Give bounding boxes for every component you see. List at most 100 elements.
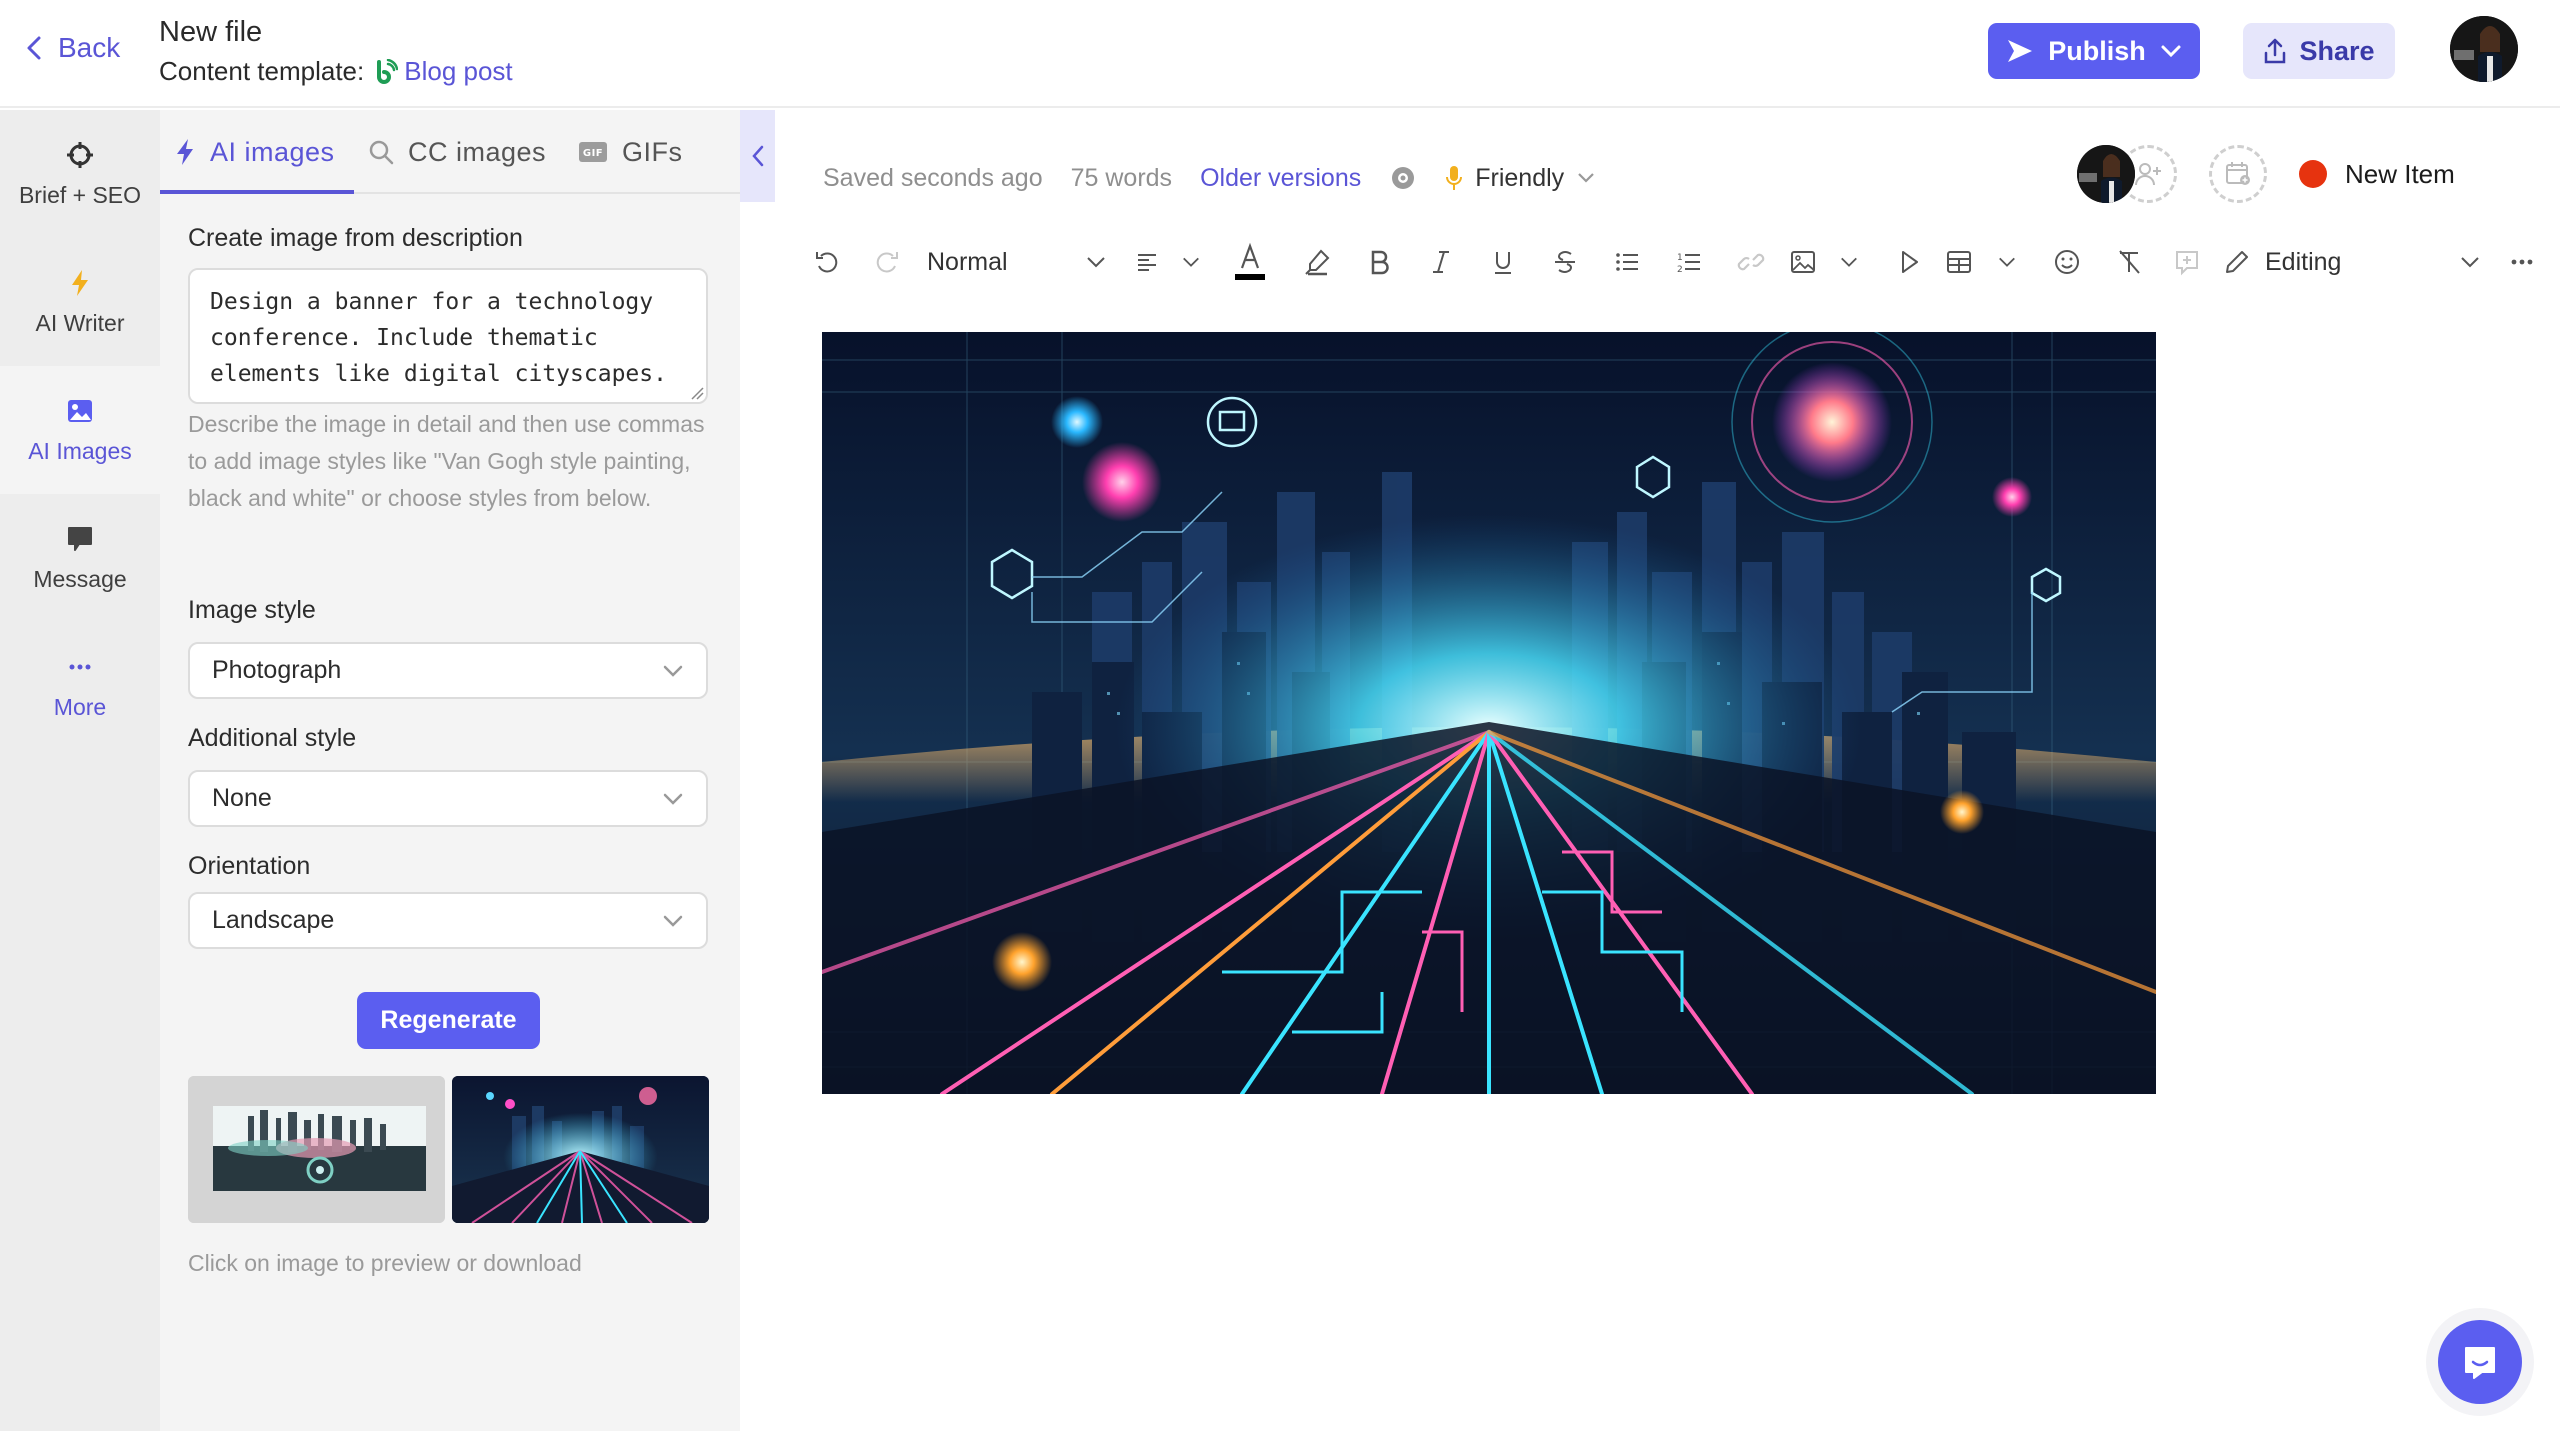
rail-item-ai-images[interactable]: AI Images — [0, 366, 160, 494]
tone-selector[interactable]: Friendly — [1445, 164, 1596, 193]
bold-icon — [1371, 250, 1389, 275]
thumbnail-cityscape-pastel — [188, 1076, 445, 1223]
highlighter-icon — [1305, 249, 1330, 276]
numbered-list-icon: 12 — [1677, 253, 1700, 275]
play-icon — [1902, 251, 1918, 273]
image-style-value: Photograph — [212, 656, 342, 684]
orientation-select[interactable]: Landscape — [188, 892, 708, 949]
collaborators: New Item — [2077, 142, 2455, 206]
older-versions-link[interactable]: Older versions — [1200, 164, 1361, 193]
ellipsis-icon — [69, 664, 91, 669]
back-button[interactable]: Back — [24, 32, 120, 64]
mode-label: Editing — [2265, 247, 2342, 276]
paragraph-style-value: Normal — [927, 247, 1008, 276]
tab-gifs[interactable]: GIF GIFs — [578, 110, 683, 194]
generated-banner-image[interactable] — [822, 332, 2156, 1094]
image-style-label: Image style — [188, 596, 316, 624]
rail-label: AI Writer — [35, 309, 125, 336]
publish-button[interactable]: Publish — [1988, 23, 2200, 79]
template-link[interactable]: Blog post — [374, 56, 513, 87]
more-options-button[interactable] — [2505, 238, 2539, 286]
thumbnail-caption: Click on image to preview or download — [188, 1250, 582, 1276]
image-thumbnail-1[interactable] — [188, 1076, 445, 1223]
active-tab-indicator — [160, 190, 354, 194]
table-icon — [1947, 251, 1971, 273]
publish-label: Publish — [2048, 35, 2146, 66]
insert-image-button[interactable] — [1789, 238, 1859, 286]
status-label[interactable]: New Item — [2345, 159, 2455, 190]
undo-button[interactable] — [805, 238, 849, 286]
numbered-list-button[interactable]: 12 — [1667, 238, 1711, 286]
ai-images-panel: AI images CC images GIF GIFs Create imag… — [160, 110, 740, 1431]
rail-item-ai-writer[interactable]: AI Writer — [0, 238, 160, 366]
clear-formatting-button[interactable] — [2107, 238, 2151, 286]
additional-style-value: None — [212, 784, 272, 812]
word-count: 75 words — [1070, 163, 1173, 192]
description-input[interactable]: Design a banner for a technology confere… — [188, 268, 708, 404]
back-label: Back — [58, 32, 121, 63]
resize-handle-icon[interactable] — [690, 386, 704, 400]
underline-button[interactable] — [1481, 238, 1525, 286]
italic-button[interactable] — [1419, 238, 1463, 286]
insert-table-button[interactable] — [1945, 238, 2017, 286]
additional-style-select[interactable]: None — [188, 770, 708, 827]
tab-ai-images[interactable]: AI images — [174, 110, 335, 194]
highlight-button[interactable] — [1295, 238, 1339, 286]
mode-select[interactable]: Editing — [2223, 238, 2443, 286]
share-button[interactable]: Share — [2243, 23, 2395, 79]
additional-style-label: Additional style — [188, 724, 357, 752]
image-thumbnail-2[interactable] — [452, 1076, 709, 1223]
rail-item-message[interactable]: Message — [0, 494, 160, 622]
chat-support-button[interactable] — [2438, 1320, 2522, 1404]
rail-label: More — [53, 693, 107, 720]
emoji-button[interactable] — [2045, 238, 2089, 286]
chevron-down-icon — [663, 915, 683, 927]
link-icon — [1737, 253, 1765, 271]
align-left-icon — [1138, 254, 1156, 271]
insert-video-button[interactable] — [1887, 238, 1931, 286]
add-comment-button[interactable] — [2165, 238, 2209, 286]
strikethrough-button[interactable] — [1543, 238, 1587, 286]
tab-cc-images[interactable]: CC images — [368, 110, 546, 194]
chat-smile-icon — [2465, 1347, 2495, 1379]
rail-item-brief-seo[interactable]: Brief + SEO — [0, 110, 160, 238]
template-name: Blog post — [404, 56, 513, 86]
schedule-button[interactable] — [2209, 145, 2267, 203]
text-color-button[interactable] — [1225, 238, 1275, 286]
microphone-icon — [1446, 166, 1463, 190]
ellipsis-icon — [2511, 259, 2533, 265]
chat-bubble-icon — [68, 526, 92, 551]
top-header: Back New file Content template: Blog pos… — [0, 0, 2560, 108]
link-button[interactable] — [1729, 238, 1773, 286]
pencil-icon — [2226, 251, 2248, 273]
share-label: Share — [2299, 35, 2375, 66]
strikethrough-icon — [1555, 251, 1575, 273]
chevron-down-icon — [1183, 257, 1199, 267]
saved-status: Saved seconds ago — [823, 163, 1043, 192]
bullet-list-button[interactable] — [1605, 238, 1649, 286]
thumbnail-cityscape-neon — [452, 1076, 709, 1223]
redo-button[interactable] — [865, 238, 909, 286]
panel-tabs: AI images CC images GIF GIFs — [160, 110, 740, 194]
crosshair-icon — [67, 141, 93, 168]
eye-icon[interactable] — [1389, 164, 1417, 192]
bold-button[interactable] — [1357, 238, 1401, 286]
status-indicator — [2299, 160, 2327, 188]
regenerate-button[interactable]: Regenerate — [357, 992, 540, 1049]
rail-item-more[interactable]: More — [0, 622, 160, 750]
collaborator-avatar[interactable] — [2077, 145, 2135, 203]
clear-format-icon — [2119, 250, 2140, 274]
chevron-down-icon — [1999, 257, 2015, 267]
mode-dropdown-button[interactable] — [2455, 238, 2485, 286]
image-icon — [68, 399, 92, 422]
paragraph-style-select[interactable]: Normal — [927, 238, 1107, 286]
search-icon — [369, 140, 394, 165]
redo-icon — [876, 252, 898, 273]
content-template: Content template: Blog post — [159, 56, 513, 87]
align-button[interactable] — [1135, 238, 1201, 286]
chevron-down-icon — [1841, 257, 1857, 267]
user-avatar[interactable] — [2450, 16, 2518, 82]
image-style-select[interactable]: Photograph — [188, 642, 708, 699]
collapse-panel-button[interactable] — [740, 110, 775, 202]
orientation-label: Orientation — [188, 852, 311, 880]
